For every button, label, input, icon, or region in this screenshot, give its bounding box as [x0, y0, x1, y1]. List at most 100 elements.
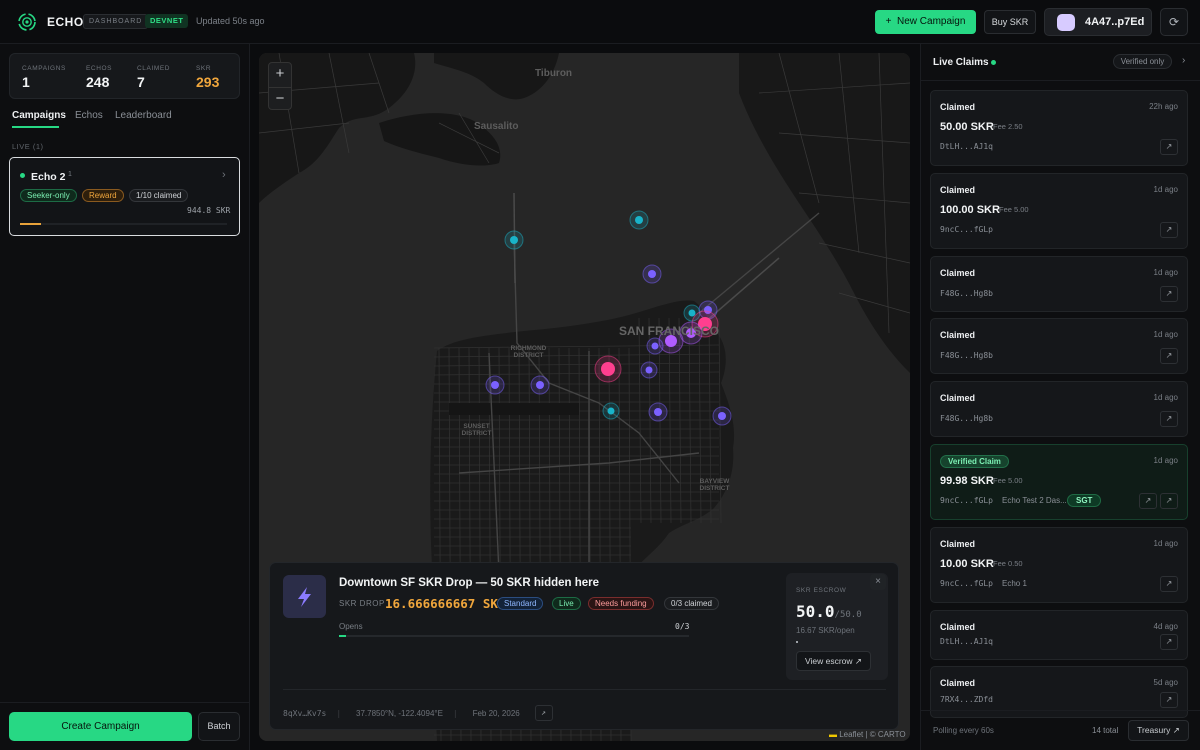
- opens-progress-bar: [339, 635, 689, 637]
- claim-card[interactable]: Claimed 22h ago 50.00 SKR Fee 2.50 DtLH...AJ…: [930, 90, 1188, 166]
- map-label-sausalito: Sausalito: [474, 121, 519, 132]
- external-link-icon[interactable]: ↗: [1160, 139, 1178, 155]
- claim-type: Claimed: [940, 678, 976, 688]
- claim-card[interactable]: Claimed 1d ago 10.00 SKR Fee 0.50 9ncC...fGL…: [930, 527, 1188, 603]
- stat-echos: ECHOS 248: [86, 65, 112, 90]
- map-label-sunset: SUNSET DISTRICT: [461, 423, 492, 437]
- external-link-icon[interactable]: ↗: [1160, 411, 1178, 427]
- external-link-icon[interactable]: ↗: [534, 705, 553, 721]
- map-marker[interactable]: [648, 270, 656, 278]
- refresh-icon: ⟳: [1168, 15, 1180, 29]
- claim-time: 1d ago: [1153, 456, 1178, 465]
- wallet-address: 4A47..p7Ed: [1085, 16, 1145, 28]
- claim-time: 4d ago: [1153, 622, 1178, 631]
- external-link-icon[interactable]: ↗: [1160, 348, 1178, 364]
- network-badge: DEVNET: [145, 14, 189, 28]
- wallet-avatar-icon: [1057, 14, 1075, 31]
- zoom-in-button[interactable]: +: [269, 63, 291, 86]
- claim-card[interactable]: Claimed 1d ago F48G...Hg8b ↗: [930, 381, 1188, 437]
- tag-claimed-count: 0/3 claimed: [664, 597, 719, 610]
- close-popup-button[interactable]: ×: [870, 574, 886, 590]
- map-marker[interactable]: [654, 408, 662, 416]
- live-section-header: LIVE (1): [12, 142, 44, 151]
- attribution-text: Leaflet | © CARTO: [839, 730, 906, 739]
- map-marker[interactable]: [688, 309, 696, 317]
- stat-claimed: CLAIMED 7: [137, 65, 170, 90]
- map-marker[interactable]: [536, 381, 544, 389]
- top-header: ECHO DASHBOARD DEVNET Updated 50s ago + …: [0, 0, 1200, 44]
- claim-fee: Fee 5.00: [999, 205, 1029, 214]
- claim-time: 1d ago: [1153, 330, 1178, 339]
- claim-time: 1d ago: [1153, 268, 1178, 277]
- map-marker[interactable]: [601, 362, 615, 376]
- tab-echos[interactable]: Echos: [75, 110, 103, 121]
- live-status-dot: [991, 60, 996, 65]
- external-link-icon[interactable]: ↗: [1139, 493, 1157, 509]
- tab-campaigns[interactable]: Campaigns: [12, 110, 66, 121]
- map-marker[interactable]: [651, 342, 659, 350]
- claim-address: F48G...Hg8b: [940, 414, 993, 423]
- plus-icon: +: [885, 16, 892, 27]
- updated-status: Updated 50s ago: [196, 16, 265, 26]
- stat-label: SKR: [196, 65, 212, 72]
- claim-card[interactable]: Verified Claim 1d ago 99.98 SKR Fee 5.00 9nc…: [930, 444, 1188, 520]
- create-campaign-button[interactable]: Create Campaign: [9, 712, 192, 741]
- map-marker[interactable]: [645, 366, 653, 374]
- claim-time: 1d ago: [1153, 393, 1178, 402]
- tab-leaderboard[interactable]: Leaderboard: [115, 110, 172, 121]
- map-attribution[interactable]: ▬ Leaflet | © CARTO: [829, 730, 906, 739]
- claim-card[interactable]: Claimed 1d ago 100.00 SKR Fee 5.00 9ncC...fG…: [930, 173, 1188, 249]
- map-marker[interactable]: [718, 412, 726, 420]
- map-marker[interactable]: [491, 381, 499, 389]
- stat-value: 293: [196, 74, 220, 90]
- brand-subtitle: DASHBOARD: [83, 14, 149, 29]
- campaign-amount: 944.8 SKR: [187, 206, 231, 215]
- external-link-icon[interactable]: ↗: [1160, 634, 1178, 650]
- claim-card[interactable]: Claimed 1d ago F48G...Hg8b ↗: [930, 318, 1188, 374]
- external-link-icon[interactable]: ↗: [1160, 692, 1178, 708]
- campaign-name: Echo 2: [31, 171, 66, 183]
- claim-card[interactable]: Claimed 1d ago F48G...Hg8b ↗: [930, 256, 1188, 312]
- map-marker[interactable]: [635, 216, 643, 224]
- batch-button[interactable]: Batch: [198, 712, 240, 741]
- live-claims-panel: Live Claims Verified only › Claimed 22h a…: [920, 44, 1200, 750]
- polling-status: Polling every 60s: [933, 726, 994, 735]
- map-marker[interactable]: [607, 407, 615, 415]
- external-link-icon[interactable]: ↗: [1160, 576, 1178, 592]
- stat-value: 7: [137, 74, 145, 90]
- external-link-icon[interactable]: ↗: [1160, 222, 1178, 238]
- live-status-dot: [20, 173, 25, 178]
- drop-title: Downtown SF SKR Drop — 50 SKR hidden her…: [339, 577, 600, 589]
- stat-value: 248: [86, 74, 110, 90]
- chevron-right-icon[interactable]: ›: [222, 169, 226, 181]
- claim-type: Claimed: [940, 393, 976, 403]
- claim-address: 9ncC...fGLp: [940, 225, 993, 234]
- opens-value: 0/3: [675, 622, 690, 631]
- wallet-button[interactable]: 4A47..p7Ed: [1044, 8, 1152, 36]
- external-link-icon[interactable]: ↗: [1160, 493, 1178, 509]
- claim-type: Claimed: [940, 539, 976, 549]
- campaign-card[interactable]: Echo 2 1 › Seeker-only Reward 1/10 claim…: [9, 157, 240, 236]
- left-sidebar: CAMPAIGNS 1 ECHOS 248 CLAIMED 7 SKR 293 …: [0, 44, 250, 750]
- escrow-label: SKR ESCROW: [796, 587, 847, 594]
- new-campaign-button[interactable]: + New Campaign: [875, 10, 976, 34]
- treasury-button[interactable]: Treasury ↗: [1128, 720, 1189, 741]
- refresh-button[interactable]: ⟳: [1160, 8, 1188, 36]
- chevron-right-icon[interactable]: ›: [1182, 55, 1185, 66]
- claim-card[interactable]: Claimed 4d ago DtLH...AJ1q ↗: [930, 610, 1188, 660]
- external-link-icon[interactable]: ↗: [1160, 286, 1178, 302]
- live-claims-title: Live Claims: [933, 57, 989, 68]
- stat-skr: SKR 293: [196, 65, 219, 90]
- tag-standard: Standard: [497, 597, 544, 610]
- claim-campaign-name: Echo 1: [1002, 579, 1027, 588]
- claim-type: Claimed: [940, 268, 976, 278]
- close-icon: ×: [875, 576, 881, 587]
- sgt-badge: SGT: [1067, 494, 1102, 507]
- map-marker[interactable]: [510, 236, 518, 244]
- buy-skr-button[interactable]: Buy SKR: [984, 10, 1036, 34]
- claim-amount: 10.00 SKR: [940, 558, 994, 570]
- view-escrow-button[interactable]: View escrow ↗: [796, 651, 871, 671]
- verified-only-toggle[interactable]: Verified only: [1113, 54, 1172, 69]
- claim-campaign-name: Echo Test 2 Das...: [1002, 496, 1067, 505]
- zoom-out-button[interactable]: −: [269, 87, 291, 110]
